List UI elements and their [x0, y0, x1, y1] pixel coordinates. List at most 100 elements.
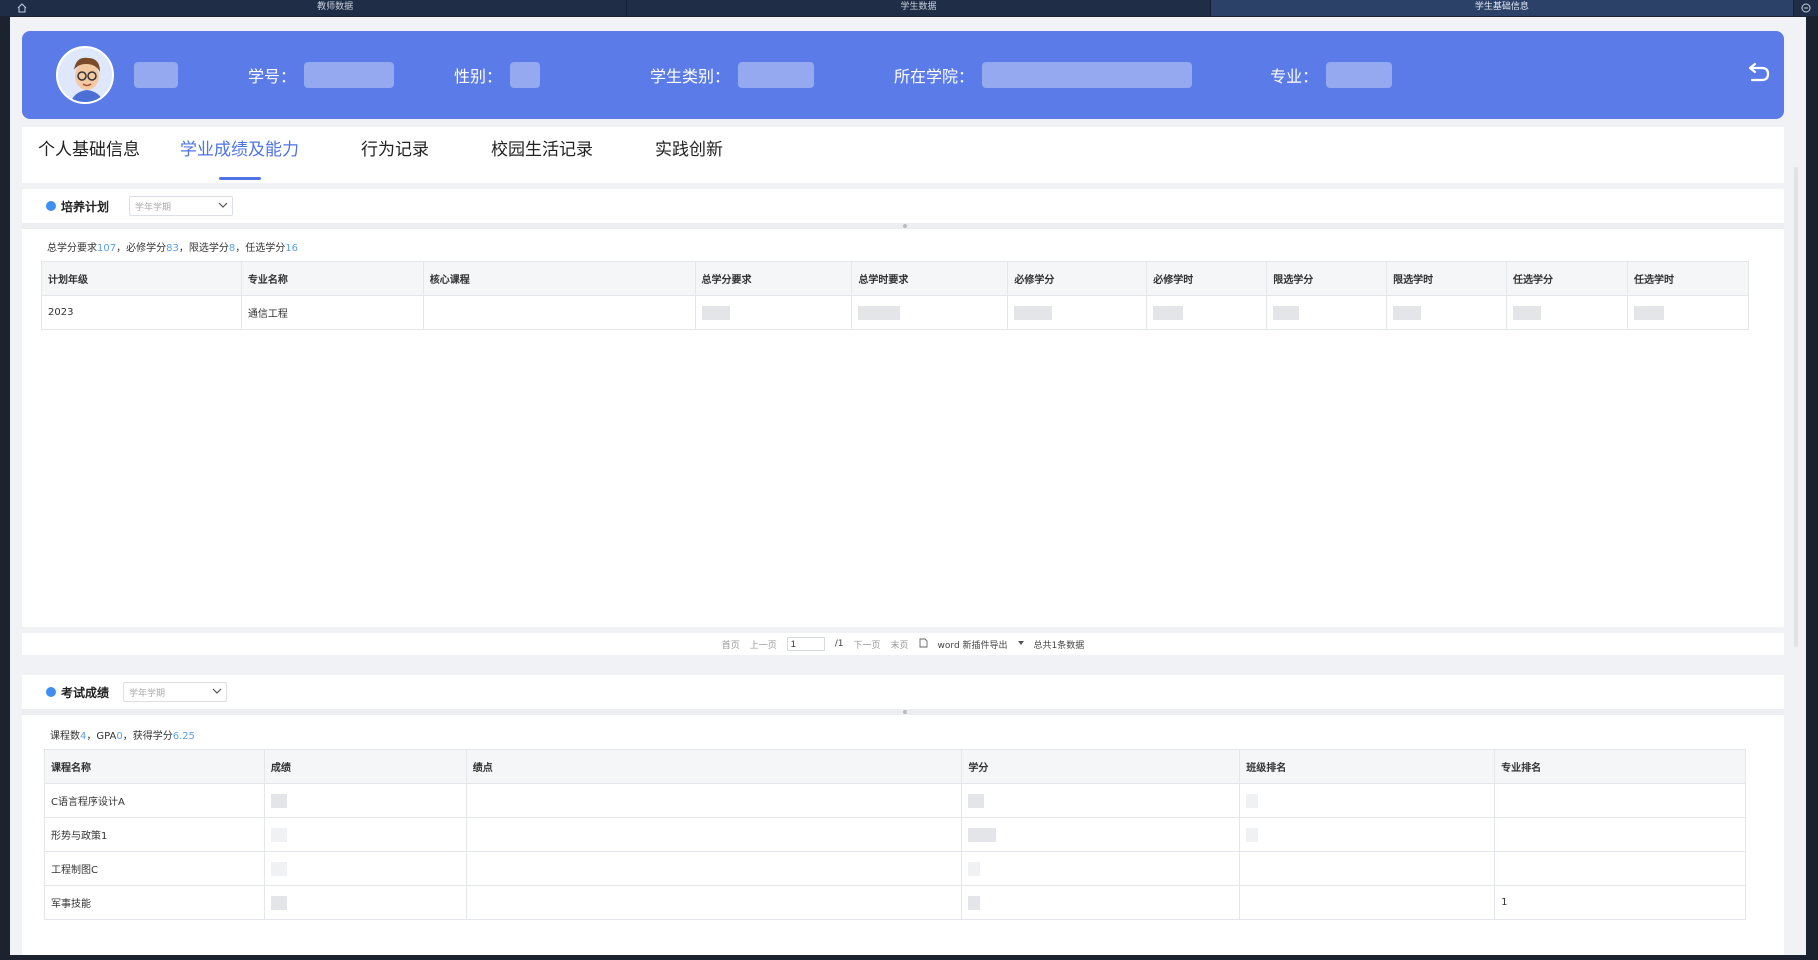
gpa-point-cell: [465, 885, 963, 920]
table-header-row: 课程名称 成绩 绩点 学分 班级排名 专业排名: [44, 749, 1746, 784]
column-header: 总学分要求: [694, 261, 853, 296]
gpa-point-cell: [465, 817, 963, 852]
table-row[interactable]: 形势与政策1: [44, 817, 1746, 852]
column-header: 任选学分: [1506, 261, 1628, 296]
gender-label: 性别：: [454, 67, 503, 86]
training-plan-panel: 总学分要求107，必修学分83，限选学分8，任选学分16 计划年级 专业名称 核…: [22, 229, 1784, 627]
category-label: 学生类别：: [650, 67, 731, 86]
column-header: 核心课程: [422, 261, 696, 296]
major-rank-cell: [1494, 817, 1746, 852]
redacted-cell: [1626, 295, 1750, 330]
tab-personal-basic-info[interactable]: 个人基础信息: [22, 127, 156, 183]
training-plan-summary: 总学分要求107，必修学分83，限选学分8，任选学分16: [22, 239, 298, 254]
tab-practice-innovation[interactable]: 实践创新: [639, 127, 739, 183]
student-no-redacted: [304, 62, 395, 88]
major-redacted: [1326, 62, 1393, 88]
tab-student-data[interactable]: 学生数据: [627, 0, 1211, 16]
redacted-cell: [961, 817, 1241, 852]
course-name-cell: C语言程序设计A: [44, 783, 265, 818]
chevron-down-icon: [218, 201, 228, 211]
gpa-point-cell: [465, 851, 963, 886]
document-icon: [919, 638, 928, 651]
redacted-cell: [851, 295, 1009, 330]
column-header: 专业名称: [240, 261, 424, 296]
gpa-point-cell: [465, 783, 963, 818]
category-redacted: [738, 62, 815, 88]
college-label: 所在学院：: [894, 67, 975, 86]
tab-academic-performance[interactable]: 学业成绩及能力: [164, 127, 315, 183]
column-header: 任选学时: [1626, 261, 1750, 296]
page-count: /1: [834, 639, 844, 649]
redacted-cell: [1386, 295, 1508, 330]
column-header: 班级排名: [1239, 749, 1496, 784]
course-name-cell: 工程制图C: [44, 851, 265, 886]
column-header: 限选学时: [1386, 261, 1508, 296]
student-profile-header: 学号： 性别： 学生类别： 所在学院： 专业：: [22, 31, 1784, 119]
major-rank-cell: [1494, 851, 1746, 886]
column-header: 总学时要求: [851, 261, 1009, 296]
back-icon[interactable]: [1744, 59, 1772, 87]
redacted-cell: [1007, 295, 1148, 330]
redacted-cell: [1146, 295, 1268, 330]
table-row[interactable]: C语言程序设计A: [44, 783, 1746, 818]
major-label: 专业：: [1270, 67, 1319, 86]
chevron-down-icon: [212, 687, 222, 697]
page-number-input[interactable]: [786, 637, 825, 651]
more-icon[interactable]: [1794, 0, 1818, 16]
redacted-cell: [1266, 295, 1388, 330]
redacted-cell: [263, 885, 467, 920]
next-page-button[interactable]: 下一页: [854, 638, 881, 651]
section-dot-icon: [46, 687, 56, 697]
plan-major-cell: 通信工程: [240, 295, 424, 330]
student-no-label: 学号：: [248, 67, 297, 86]
redacted-cell: [961, 885, 1241, 920]
table-header-row: 计划年级 专业名称 核心课程 总学分要求 总学时要求 必修学分 必修学时 限选学…: [41, 261, 1750, 296]
term-select[interactable]: 学年学期: [123, 682, 228, 702]
total-credits-value: 107: [97, 243, 117, 254]
tab-campus-life-record[interactable]: 校园生活记录: [475, 127, 609, 183]
table-row[interactable]: 工程制图C: [44, 851, 1746, 886]
term-select[interactable]: 学年学期: [129, 196, 234, 216]
redacted-cell: [263, 783, 467, 818]
college-redacted: [982, 62, 1193, 88]
section-dot-icon: [46, 201, 56, 211]
main-content: 学号： 性别： 学生类别： 所在学院： 专业： 个人基础信息 学业成绩及能力 行…: [10, 17, 1806, 955]
redacted-cell: [1239, 885, 1496, 920]
course-name-cell: 军事技能: [44, 885, 265, 920]
prev-page-button[interactable]: 上一页: [750, 638, 777, 651]
vertical-scrollbar[interactable]: [1794, 167, 1798, 647]
earned-credits-value: 6.25: [172, 731, 195, 742]
exam-scores-table: 课程名称 成绩 绩点 学分 班级排名 专业排名 C语言程序设计A 形势与政策1 …: [44, 749, 1746, 920]
core-course-cell: [422, 295, 696, 330]
redacted-cell: [1239, 817, 1496, 852]
last-page-button[interactable]: 末页: [891, 638, 909, 651]
pagination-bar: 首页 上一页 /1 下一页 末页 word 新插件导出 总共1条数据: [22, 633, 1784, 655]
column-header: 课程名称: [44, 749, 265, 784]
redacted-cell: [1506, 295, 1628, 330]
redacted-cell: [961, 783, 1241, 818]
summary-label: 总学分要求: [47, 243, 97, 254]
exam-scores-summary: 课程数4，GPA0，获得学分6.25: [22, 727, 195, 742]
tab-behavior-record[interactable]: 行为记录: [345, 127, 445, 183]
summary-label: ，必修学分: [116, 243, 167, 254]
summary-label: ，GPA: [86, 731, 117, 742]
summary-label: ，获得学分: [122, 731, 173, 742]
first-page-button[interactable]: 首页: [722, 638, 740, 651]
redacted-cell: [1239, 851, 1496, 886]
redacted-cell: [263, 817, 467, 852]
caret-down-icon[interactable]: [1017, 639, 1024, 649]
column-header: 必修学时: [1146, 261, 1268, 296]
home-icon[interactable]: [0, 0, 44, 16]
tab-student-basic-info[interactable]: 学生基础信息: [1210, 0, 1794, 16]
avatar: [56, 46, 114, 104]
exam-scores-title: 考试成绩: [61, 685, 110, 700]
summary-label: ，任选学分: [235, 243, 286, 254]
export-word-button[interactable]: word 新插件导出: [938, 638, 1008, 651]
table-row[interactable]: 2023 通信工程: [41, 295, 1750, 330]
redacted-cell: [1239, 783, 1496, 818]
term-select-placeholder: 学年学期: [129, 688, 166, 699]
table-row[interactable]: 军事技能 1: [44, 885, 1746, 920]
tab-teacher-data[interactable]: 教师数据: [44, 0, 628, 16]
column-header: 学分: [961, 749, 1241, 784]
student-name-redacted: [134, 62, 178, 88]
